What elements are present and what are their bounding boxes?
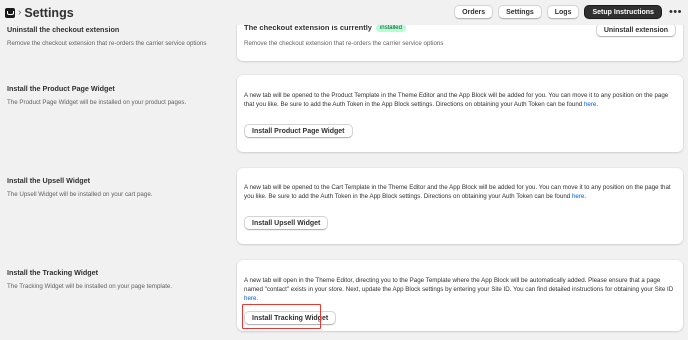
section-heading: Install the Upsell Widget: [7, 176, 91, 185]
top-bar: › Settings Orders Settings Logs Setup In…: [0, 0, 688, 25]
card-instructions: A new tab will be opened to the Cart Tem…: [244, 184, 671, 201]
product-section-info: Install the Product Page Widget The Prod…: [7, 84, 227, 106]
header-actions: Orders Settings Logs Setup Instructions …: [454, 5, 684, 19]
settings-button[interactable]: Settings: [498, 5, 542, 19]
more-actions-icon[interactable]: •••: [667, 5, 684, 19]
card-instructions: A new tab will open in the Theme Editor,…: [244, 277, 674, 294]
extension-description: Remove the checkout extension that re-or…: [244, 40, 444, 47]
orders-button[interactable]: Orders: [454, 5, 494, 19]
card-body-text: A new tab will be opened to the Cart Tem…: [244, 184, 671, 201]
auth-token-help-link[interactable]: here: [572, 193, 584, 200]
page-title: Settings: [24, 5, 74, 20]
checkout-extension-card: The checkout extension is currently insta…: [237, 20, 683, 61]
section-description: The Upsell Widget will be installed on y…: [7, 191, 153, 198]
setup-instructions-button[interactable]: Setup Instructions: [584, 5, 662, 19]
status-badge: installed: [375, 24, 406, 32]
site-id-help-link[interactable]: here: [244, 295, 256, 302]
logs-button[interactable]: Logs: [546, 5, 580, 19]
section-heading: Install the Tracking Widget: [7, 268, 98, 277]
checkout-section-info: Uninstall the checkout extension Remove …: [7, 25, 227, 47]
section-heading: Install the Product Page Widget: [7, 84, 115, 93]
app-logo-icon[interactable]: [5, 7, 15, 18]
card-body-text: A new tab will be opened to the Product …: [244, 92, 669, 109]
breadcrumb-chevron-icon: ›: [18, 7, 22, 18]
section-description: The Tracking Widget will be installed on…: [7, 283, 173, 290]
section-heading: Uninstall the checkout extension: [7, 25, 120, 34]
section-description: Remove the checkout extension that re-or…: [7, 40, 207, 47]
auth-token-help-link[interactable]: here: [584, 101, 596, 108]
install-upsell-widget-button[interactable]: Install Upsell Widget: [244, 216, 329, 230]
product-widget-card: A new tab will be opened to the Product …: [237, 75, 683, 152]
upsell-section-info: Install the Upsell Widget The Upsell Wid…: [7, 176, 227, 198]
install-product-page-widget-button[interactable]: Install Product Page Widget: [244, 124, 353, 138]
upsell-widget-card: A new tab will be opened to the Cart Tem…: [237, 168, 683, 244]
card-body-text: A new tab will open in the Theme Editor,…: [244, 277, 674, 303]
tracking-widget-card: A new tab will open in the Theme Editor,…: [237, 260, 683, 331]
install-tracking-widget-button[interactable]: Install Tracking Widget: [244, 311, 337, 325]
card-instructions: A new tab will be opened to the Product …: [244, 92, 669, 109]
tracking-section-info: Install the Tracking Widget The Tracking…: [7, 268, 227, 290]
uninstall-extension-button[interactable]: Uninstall extension: [595, 23, 676, 37]
section-description: The Product Page Widget will be installe…: [7, 99, 187, 106]
